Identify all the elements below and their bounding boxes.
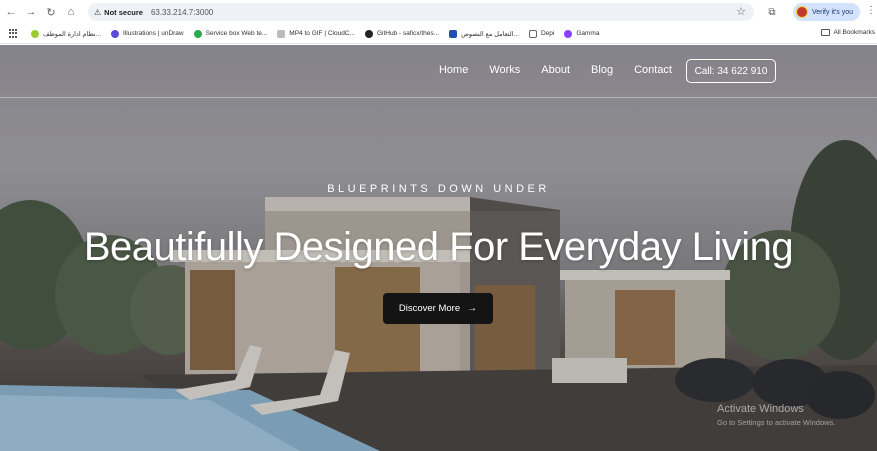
activate-windows-title: Activate Windows bbox=[717, 403, 804, 415]
nav-blog[interactable]: Blog bbox=[591, 64, 613, 76]
bookmark-label: Depi bbox=[540, 30, 555, 37]
home-icon[interactable]: ⌂ bbox=[64, 5, 78, 19]
github-icon bbox=[364, 29, 373, 38]
hero-headline: Beautifully Designed For Everyday Living bbox=[83, 225, 794, 269]
bookmark-label: MP4 to GIF | CloudC... bbox=[289, 30, 355, 37]
back-icon[interactable]: ← bbox=[4, 5, 18, 19]
call-button[interactable]: Call: 34 622 910 bbox=[686, 59, 776, 83]
bookmark-label: GitHub - saficx/thes... bbox=[376, 30, 440, 37]
nav-home[interactable]: Home bbox=[439, 64, 468, 76]
browser-toolbar: ← → ↻ ⌂ ⚠ Not secure 63.33.214.7:3000 ☆ … bbox=[0, 0, 877, 24]
nav-links: Home Works About Blog Contact bbox=[418, 64, 672, 76]
reload-icon[interactable]: ↻ bbox=[44, 5, 58, 19]
arrow-right-icon: → bbox=[467, 303, 478, 314]
hero-eyebrow: BLUEPRINTS DOWN UNDER bbox=[327, 183, 550, 195]
folder-icon bbox=[821, 29, 831, 36]
all-bookmarks[interactable]: All Bookmarks bbox=[821, 29, 875, 36]
bookmark-item[interactable]: Gamma bbox=[564, 29, 600, 38]
bookmark-star-icon[interactable]: ☆ bbox=[736, 5, 746, 18]
bookmarks-bar: نظام ادارة الموظف... Illustrations | unD… bbox=[0, 24, 877, 44]
nav-about[interactable]: About bbox=[541, 64, 570, 76]
address-bar[interactable]: ⚠ Not secure 63.33.214.7:3000 ☆ bbox=[88, 3, 754, 21]
bookmark-label: Service box Web te... bbox=[205, 30, 268, 37]
bookmark-label: Illustrations | unDraw bbox=[123, 30, 184, 37]
bookmark-item[interactable]: التعامل مع النصوص... bbox=[449, 29, 519, 38]
profile-chip-label: Verify it's you bbox=[812, 8, 854, 16]
bookmark-item[interactable]: MP4 to GIF | CloudC... bbox=[277, 29, 355, 38]
bookmark-label: نظام ادارة الموظف... bbox=[43, 30, 102, 38]
discover-more-button[interactable]: Discover More → bbox=[383, 293, 493, 324]
bookmark-favicon-icon bbox=[31, 29, 39, 38]
bookmark-label: Gamma bbox=[576, 30, 600, 37]
nav-works[interactable]: Works bbox=[489, 64, 520, 76]
activate-windows-subtitle: Go to Settings to activate Windows. bbox=[717, 418, 836, 427]
bookmark-item[interactable]: Depi bbox=[528, 29, 555, 38]
bookmark-favicon-icon bbox=[449, 29, 458, 38]
bookmark-favicon-icon bbox=[111, 29, 120, 38]
url-text[interactable]: 63.33.214.7:3000 bbox=[151, 8, 213, 17]
profile-chip[interactable]: Verify it's you bbox=[793, 3, 860, 21]
gamma-icon bbox=[564, 29, 573, 38]
nav-contact[interactable]: Contact bbox=[634, 64, 672, 76]
hero-section: Home Works About Blog Contact Call: 34 6… bbox=[0, 45, 877, 451]
bookmark-item[interactable]: Illustrations | unDraw bbox=[111, 29, 184, 38]
apps-grid-icon[interactable] bbox=[9, 28, 19, 39]
bookmark-item[interactable]: GitHub - saficx/thes... bbox=[364, 29, 440, 38]
site-navbar: Home Works About Blog Contact Call: 34 6… bbox=[0, 45, 877, 98]
extensions-icon[interactable]: ⧉ bbox=[765, 5, 779, 19]
forward-icon[interactable]: → bbox=[24, 5, 38, 19]
bookmark-favicon-icon bbox=[193, 29, 202, 38]
discover-more-label: Discover More bbox=[398, 303, 461, 314]
security-label[interactable]: Not secure bbox=[104, 8, 143, 17]
menu-icon[interactable]: ⋮ bbox=[866, 5, 876, 16]
warning-icon: ⚠ bbox=[94, 7, 102, 17]
bookmark-label: التعامل مع النصوص... bbox=[461, 30, 519, 38]
avatar bbox=[796, 6, 808, 18]
bookmark-favicon-icon bbox=[277, 29, 286, 38]
folder-icon bbox=[528, 29, 537, 38]
bookmark-item[interactable]: نظام ادارة الموظف... bbox=[31, 29, 102, 38]
bookmark-item[interactable]: Service box Web te... bbox=[193, 29, 268, 38]
all-bookmarks-label: All Bookmarks bbox=[833, 29, 875, 36]
